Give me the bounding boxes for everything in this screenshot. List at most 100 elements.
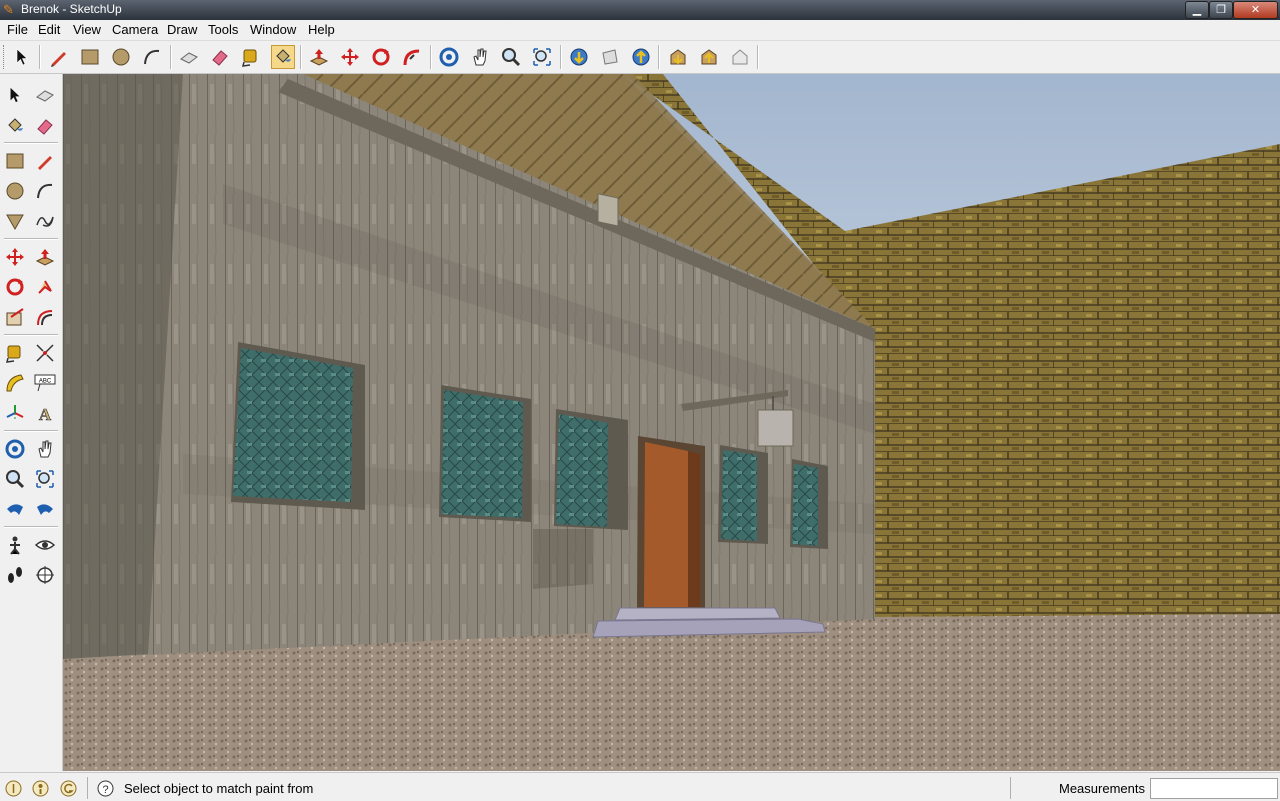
side-tool-rectangle[interactable] [3, 149, 27, 173]
toolbar-separator [560, 45, 562, 69]
tool-tape-measure[interactable] [239, 45, 263, 69]
side-tool-previous[interactable] [3, 497, 27, 521]
menu-draw[interactable]: Draw [167, 22, 197, 37]
side-tool-position-camera[interactable] [3, 533, 27, 557]
menu-file[interactable]: File [7, 22, 28, 37]
side-tool-axes[interactable] [3, 401, 27, 425]
palette-separator [4, 526, 58, 528]
tool-select[interactable] [10, 45, 34, 69]
menu-view[interactable]: View [73, 22, 101, 37]
status-divider [87, 777, 88, 799]
tool-rotate[interactable] [369, 45, 393, 69]
push-pull-icon [309, 49, 329, 66]
side-tool-text[interactable]: ABC [33, 371, 57, 395]
menu-camera[interactable]: Camera [112, 22, 158, 37]
tool-move[interactable] [338, 45, 362, 69]
pencil-icon [38, 156, 52, 170]
tool-push-pull[interactable] [307, 45, 331, 69]
side-tool-push-pull[interactable] [33, 245, 57, 269]
arc-icon [37, 183, 53, 199]
tool-follow-me[interactable] [400, 45, 424, 69]
side-tool-polygon[interactable] [3, 209, 27, 233]
polygon-icon [6, 214, 24, 231]
sketchup-app-icon[interactable]: ✎ [3, 3, 17, 17]
push-pull-icon [35, 249, 55, 266]
side-tool-dimension[interactable] [33, 341, 57, 365]
tool-make-component[interactable] [177, 45, 201, 69]
side-tool-move[interactable] [3, 245, 27, 269]
axes-icon [6, 405, 24, 421]
side-tool-eraser[interactable] [33, 114, 57, 138]
tool-zoom[interactable] [499, 45, 523, 69]
side-tool-follow-me[interactable] [33, 275, 57, 299]
tool-place-model[interactable] [697, 45, 721, 69]
side-tool-circle[interactable] [3, 179, 27, 203]
menu-help[interactable]: Help [308, 22, 335, 37]
tool-share-model[interactable] [598, 45, 622, 69]
tool-eraser[interactable] [208, 45, 232, 69]
tool-arc[interactable] [140, 45, 164, 69]
side-tool-walk[interactable] [3, 563, 27, 587]
side-tool-section-plane[interactable] [33, 563, 57, 587]
side-tool-freehand[interactable] [33, 209, 57, 233]
side-tool-protractor[interactable] [3, 371, 27, 395]
side-tool-zoom-extents[interactable] [33, 467, 57, 491]
tool-pan[interactable] [468, 45, 492, 69]
pencil-icon [51, 52, 66, 67]
close-button[interactable]: ✕ [1233, 1, 1278, 19]
svg-text:ABC: ABC [39, 379, 52, 385]
side-tool-paint-bucket[interactable] [3, 114, 27, 138]
side-tool-next[interactable] [33, 497, 57, 521]
side-tool-arc[interactable] [33, 179, 57, 203]
pan-hand-icon [473, 48, 487, 66]
pan-hand-icon [38, 440, 52, 458]
place-model-icon [701, 49, 717, 65]
side-tool-look-around[interactable] [33, 533, 57, 557]
svg-text:A: A [39, 405, 52, 423]
tool-orbit[interactable] [437, 45, 461, 69]
side-tool-select[interactable] [3, 83, 27, 107]
maximize-button[interactable]: ❐ [1209, 1, 1233, 19]
user-icon[interactable] [60, 780, 77, 797]
follow-me-icon [403, 49, 420, 66]
side-tool-line[interactable] [33, 149, 57, 173]
menu-window[interactable]: Window [250, 22, 296, 37]
credits-icon[interactable] [32, 780, 49, 797]
move-icon [341, 48, 359, 66]
side-tool-rotate[interactable] [3, 275, 27, 299]
side-tool-3d-text[interactable]: A [33, 401, 57, 425]
tool-get-models[interactable] [567, 45, 591, 69]
menu-edit[interactable]: Edit [38, 22, 60, 37]
tool-rectangle[interactable] [78, 45, 102, 69]
tool-share-component[interactable] [629, 45, 653, 69]
palette-separator [4, 334, 58, 336]
make-component-icon [36, 90, 54, 102]
tool-circle[interactable] [109, 45, 133, 69]
menu-tools[interactable]: Tools [208, 22, 238, 37]
side-tool-pan[interactable] [33, 437, 57, 461]
measurements-input[interactable] [1150, 778, 1278, 799]
side-tool-scale[interactable] [3, 305, 27, 329]
toolbar-separator [39, 45, 41, 69]
position-camera-icon [10, 536, 20, 555]
orbit-icon [5, 439, 25, 459]
drawing-viewport[interactable] [63, 74, 1280, 771]
palette-separator [4, 430, 58, 432]
minimize-button[interactable]: ▁ [1185, 1, 1209, 19]
side-tool-tape-measure[interactable] [3, 341, 27, 365]
side-tool-offset[interactable] [33, 305, 57, 329]
side-tool-make-component[interactable] [33, 83, 57, 107]
tool-zoom-extents[interactable] [530, 45, 554, 69]
tool-preview-google-earth[interactable] [728, 45, 752, 69]
toolbar-grip[interactable] [3, 45, 7, 69]
tool-paint-bucket[interactable] [271, 45, 295, 69]
tool-pencil[interactable] [47, 45, 71, 69]
side-tool-zoom[interactable] [3, 467, 27, 491]
help-icon[interactable]: ? [97, 780, 114, 797]
tape-measure-icon [6, 345, 21, 363]
rectangle-icon [6, 153, 24, 169]
status-bar: ? Select object to match paint from Meas… [0, 772, 1280, 801]
tool-get-photo-texture[interactable] [666, 45, 690, 69]
geo-location-icon[interactable] [5, 780, 22, 797]
side-tool-orbit[interactable] [3, 437, 27, 461]
